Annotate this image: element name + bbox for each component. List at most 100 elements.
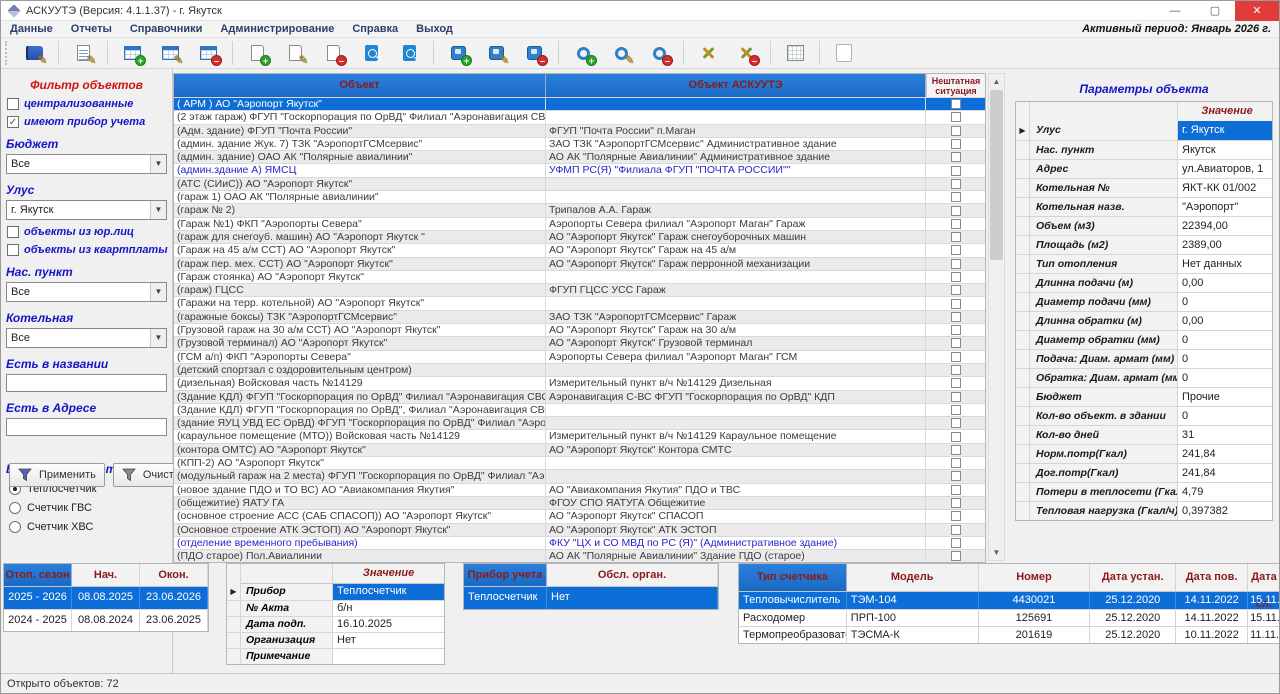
emergency-checkbox[interactable] [951, 471, 961, 481]
emergency-checkbox[interactable] [951, 538, 961, 548]
params-row[interactable]: Адресул.Авиаторов, 1 [1016, 159, 1272, 178]
param-value[interactable]: 31 [1178, 426, 1272, 444]
column-header[interactable]: Прибор учета [464, 564, 547, 587]
emergency-checkbox[interactable] [951, 392, 961, 402]
act-value[interactable]: б/н [333, 601, 444, 616]
emergency-checkbox[interactable] [951, 551, 961, 561]
scroll-down-icon[interactable]: ▼ [989, 545, 1004, 560]
page-add-icon[interactable]: + [242, 40, 272, 66]
meter-type-radio[interactable]: Счетчик ХВС [9, 521, 172, 533]
param-value[interactable]: Прочие [1178, 388, 1272, 406]
card-plus-icon[interactable]: + [356, 40, 386, 66]
emergency-checkbox[interactable] [951, 192, 961, 202]
column-header-emergency[interactable]: Нештатная ситуация [926, 74, 985, 97]
emergency-checkbox[interactable] [951, 338, 961, 348]
emergency-checkbox[interactable] [951, 525, 961, 535]
emergency-checkbox[interactable] [951, 166, 961, 176]
emergency-checkbox[interactable] [951, 285, 961, 295]
table-row[interactable]: (здание ЯУЦ УВД ЕС ОрВД) ФГУП "Госкорпор… [174, 416, 985, 429]
params-row[interactable]: Площадь (м2)2389,00 [1016, 235, 1272, 254]
column-header[interactable]: Дата устан. [1090, 564, 1176, 592]
params-row[interactable]: Кол-во дней31 [1016, 425, 1272, 444]
params-row[interactable]: Дог.потр(Гкал)241,84 [1016, 463, 1272, 482]
search-remove-icon[interactable]: – [644, 40, 674, 66]
param-value[interactable]: 0,00 [1178, 312, 1272, 330]
table-row[interactable]: (основное строение АСС (САБ СПАСОП)) АО … [174, 509, 985, 522]
emergency-checkbox[interactable] [951, 126, 961, 136]
ulus-dropdown[interactable]: г. Якутск▼ [6, 200, 167, 220]
emergency-checkbox[interactable] [951, 511, 961, 521]
param-value[interactable]: 22394,00 [1178, 217, 1272, 235]
radio-icon[interactable] [9, 521, 21, 533]
act-row[interactable]: ▶ПриборТеплосчетчик [227, 584, 444, 600]
emergency-checkbox[interactable] [951, 99, 961, 109]
table-row[interactable]: (админ. здание) ОАО АК "Полярные авиалин… [174, 150, 985, 163]
params-row[interactable]: Подача: Диам. армат (мм)0 [1016, 349, 1272, 368]
tools-remove-icon[interactable]: – [731, 40, 761, 66]
column-header[interactable]: Обсл. орган. [547, 564, 718, 587]
meter-add-icon[interactable]: + [443, 40, 473, 66]
checkbox-icon[interactable] [7, 226, 19, 238]
maximize-icon[interactable]: ▢ [1195, 1, 1235, 21]
tools-icon[interactable] [693, 40, 723, 66]
filter-checkbox[interactable]: ✓имеют прибор учета [7, 116, 172, 128]
params-row[interactable]: Длинна обратки (м)0,00 [1016, 311, 1272, 330]
act-value[interactable]: Теплосчетчик [333, 584, 444, 600]
minimize-icon[interactable]: — [1155, 1, 1195, 21]
table-row[interactable]: (гараж для снегоуб. машин) АО "Аэропорт … [174, 230, 985, 243]
emergency-checkbox[interactable] [951, 325, 961, 335]
column-header[interactable]: Отоп. сезон [4, 564, 72, 587]
menu-item[interactable]: Отчеты [62, 23, 121, 35]
vertical-scrollbar[interactable]: ▲ ▼ [988, 73, 1005, 561]
emergency-checkbox[interactable] [951, 206, 961, 216]
emergency-checkbox[interactable] [951, 418, 961, 428]
filter-checkbox[interactable]: объекты из юр.лиц [7, 226, 172, 238]
params-row[interactable]: Диаметр подачи (мм)0 [1016, 292, 1272, 311]
table-row[interactable]: (ГСМ а/п) ФКП "Аэропорты Севера"Аэропорт… [174, 350, 985, 363]
params-row[interactable]: Тип отопленияНет данных [1016, 254, 1272, 273]
chevron-down-icon[interactable]: ▼ [150, 283, 166, 301]
emergency-checkbox[interactable] [951, 405, 961, 415]
boiler-dropdown[interactable]: Все▼ [6, 328, 167, 348]
open-data-icon[interactable]: ✎ [19, 40, 49, 66]
param-value[interactable]: Якутск [1178, 141, 1272, 159]
params-row[interactable]: ▶Улусг. Якутск [1016, 121, 1272, 140]
table-row[interactable]: (Здание КДЛ) ФГУП "Госкорпорация по ОрВД… [174, 390, 985, 403]
apply-button[interactable]: Применить [9, 463, 105, 487]
param-value[interactable]: "Аэропорт" [1178, 198, 1272, 216]
params-row[interactable]: Объем (м3)22394,00 [1016, 216, 1272, 235]
table-row[interactable]: (ПДО старое) Пол.АвиалинииАО АК "Полярны… [174, 549, 985, 562]
address-search-input[interactable] [6, 418, 167, 436]
card-minus-icon[interactable]: – [394, 40, 424, 66]
emergency-checkbox[interactable] [951, 485, 961, 495]
search-edit-icon[interactable]: ✎ [606, 40, 636, 66]
meter-remove-icon[interactable]: – [519, 40, 549, 66]
emergency-checkbox[interactable] [951, 112, 961, 122]
emergency-checkbox[interactable] [951, 299, 961, 309]
page-remove-icon[interactable]: – [318, 40, 348, 66]
table-row[interactable]: (КПП-2) АО "Аэропорт Якутск" [174, 456, 985, 469]
column-header[interactable]: Нач. [72, 564, 140, 587]
table-row[interactable]: (дизельная) Войсковая часть №14129Измери… [174, 376, 985, 389]
season-row[interactable]: 2024 - 202508.08.202423.06.2025 [4, 609, 208, 631]
settlement-dropdown[interactable]: Все▼ [6, 282, 167, 302]
filter-checkbox[interactable]: централизованные [7, 98, 172, 110]
table-row[interactable]: (новое здание ПДО и ТО ВС) АО "Авиакомпа… [174, 483, 985, 496]
emergency-checkbox[interactable] [951, 245, 961, 255]
table-row[interactable]: (гараж пер. мех. ССТ) АО "Аэропорт Якутс… [174, 257, 985, 270]
act-row[interactable]: № Актаб/н [227, 600, 444, 616]
table-row[interactable]: (Гараж №1) ФКП "Аэропорты Севера"Аэропор… [174, 217, 985, 230]
emergency-checkbox[interactable] [951, 179, 961, 189]
param-value[interactable]: 0 [1178, 331, 1272, 349]
table-row[interactable]: (АТС (СИиС)) АО "Аэропорт Якутск" [174, 177, 985, 190]
table-row[interactable]: (детский спортзал с оздоровительным цент… [174, 363, 985, 376]
chevron-down-icon[interactable]: ▼ [150, 201, 166, 219]
act-value[interactable] [333, 649, 444, 664]
menu-item[interactable]: Администрирование [211, 23, 343, 35]
params-row[interactable]: Нас. пунктЯкутск [1016, 140, 1272, 159]
grid-icon[interactable] [780, 40, 810, 66]
menu-item[interactable]: Выход [407, 23, 462, 35]
emergency-checkbox[interactable] [951, 139, 961, 149]
param-value[interactable]: 0,00 [1178, 274, 1272, 292]
table-row[interactable]: (Гараж стоянка) АО "Аэропорт Якутск" [174, 270, 985, 283]
